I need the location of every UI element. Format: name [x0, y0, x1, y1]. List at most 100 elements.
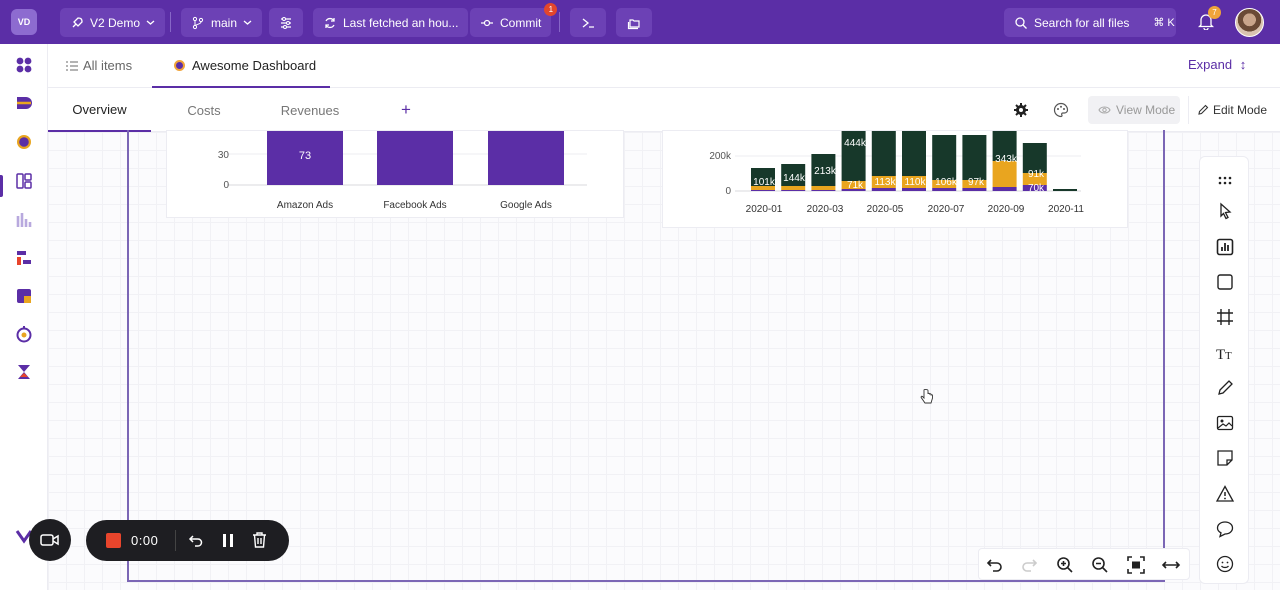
chart-widget-icon[interactable] [1215, 237, 1235, 257]
monthly-chart-card[interactable]: 200k 0 101k 144k 213k 444k 71k 113k 110k… [662, 130, 1128, 228]
chevron-down-icon [243, 20, 252, 25]
project-selector[interactable]: V2 Demo [60, 8, 166, 37]
notification-badge: 7 [1208, 6, 1221, 19]
pointer-icon[interactable] [1215, 201, 1235, 221]
zoom-in-icon[interactable] [1055, 555, 1075, 575]
terminal-button[interactable] [570, 8, 606, 37]
undo-icon[interactable] [187, 532, 204, 549]
bar-chart-icon[interactable] [15, 211, 33, 229]
sliders-icon [281, 16, 291, 29]
refresh-icon [325, 17, 335, 28]
tab-awesome-dashboard[interactable]: Awesome Dashboard [152, 44, 330, 88]
terminal-icon [582, 17, 594, 28]
stacked-bar-segment [871, 188, 896, 191]
bar-data-label: 91k [1028, 169, 1045, 180]
divider [559, 12, 560, 32]
branch-name: main [211, 15, 238, 30]
stacked-bar-segment [871, 131, 896, 176]
rectangle-icon[interactable] [1215, 272, 1235, 292]
redo-icon[interactable] [1020, 555, 1040, 575]
expand-label: Expand [1188, 57, 1233, 72]
y-tick-label: 0 [223, 180, 229, 191]
camera-button[interactable] [29, 519, 71, 561]
commit-label: Commit [500, 15, 542, 30]
stacked-bar-segment [781, 190, 806, 191]
hand-cursor-icon [920, 389, 933, 404]
ads-bar-chart: 30 0 73 Amazon Ads Facebook Ads Google A… [218, 131, 587, 211]
stacked-bar-segment [902, 188, 926, 191]
canvas-controls [978, 548, 1190, 580]
workflow-icon[interactable] [15, 249, 33, 267]
emoji-icon[interactable] [1215, 554, 1235, 574]
apps-icon[interactable] [15, 56, 33, 74]
add-tab-button[interactable]: + [401, 100, 411, 120]
sticky-note-icon[interactable] [1215, 448, 1235, 468]
workspace-logo[interactable]: VD [11, 9, 37, 35]
bar-data-label: 213k [814, 166, 837, 177]
bar-google-ads [488, 131, 564, 185]
tab-revenues[interactable]: Revenues [260, 88, 360, 132]
divider [175, 530, 176, 551]
bar-data-label: 106k [935, 177, 958, 188]
folder-icon [627, 18, 640, 29]
stacked-bar-segment [811, 190, 836, 191]
dashboard-icon[interactable] [15, 133, 33, 151]
video-camera-icon [40, 534, 59, 546]
settings-sliders-button[interactable] [269, 8, 303, 37]
folders-button[interactable] [616, 8, 652, 37]
target-icon[interactable] [15, 325, 33, 343]
pencil-icon [1198, 104, 1209, 115]
image-icon[interactable] [1215, 413, 1235, 433]
view-mode-label: View Mode [1116, 103, 1176, 117]
chevron-down-icon [146, 20, 155, 25]
view-mode-button[interactable]: View Mode [1088, 96, 1180, 124]
fetch-status: Last fetched an hou... [343, 15, 459, 30]
palette-icon[interactable] [1053, 102, 1069, 118]
user-avatar[interactable] [1235, 8, 1264, 37]
text-icon[interactable]: TT [1215, 343, 1235, 363]
fit-screen-icon[interactable] [1126, 555, 1146, 575]
stacked-bar-segment [932, 135, 957, 180]
rocket-icon [72, 16, 83, 27]
all-items-link[interactable]: All items [66, 58, 132, 73]
edit-mode-button[interactable]: Edit Mode [1188, 96, 1267, 124]
database-icon[interactable] [15, 94, 33, 112]
zoom-out-icon[interactable] [1090, 555, 1110, 575]
pause-icon[interactable] [220, 532, 236, 549]
tab-costs[interactable]: Costs [154, 88, 254, 132]
list-icon [66, 60, 78, 71]
x-tick-label: 2020-09 [988, 204, 1025, 215]
tab-overview[interactable]: Overview [48, 88, 151, 132]
commit-icon [481, 19, 493, 26]
report-icon[interactable] [15, 287, 33, 305]
stacked-bar-segment [962, 188, 987, 191]
ads-chart-card[interactable]: 30 0 73 Amazon Ads Facebook Ads Google A… [166, 130, 624, 218]
pencil-icon[interactable] [1215, 378, 1235, 398]
stacked-bar-segment [962, 135, 987, 180]
comment-icon[interactable] [1215, 519, 1235, 539]
branch-selector[interactable]: main [181, 8, 263, 37]
stop-recording-button[interactable] [106, 533, 121, 548]
edit-mode-label: Edit Mode [1213, 103, 1268, 117]
search-button[interactable]: Search for all files ⌘ K [1004, 8, 1176, 37]
fit-width-icon[interactable] [1161, 555, 1181, 575]
dashboard-tab-label: Awesome Dashboard [192, 57, 317, 73]
stacked-bar-segment [902, 131, 926, 176]
undo-icon[interactable] [984, 555, 1004, 575]
y-tick-label: 30 [218, 150, 230, 161]
commit-button[interactable]: Commit 1 [470, 3, 558, 37]
y-tick-label: 200k [709, 151, 732, 162]
layout-icon[interactable] [15, 172, 33, 190]
frame-icon[interactable] [1215, 307, 1235, 327]
expand-button[interactable]: Expand ↕ [1188, 57, 1246, 72]
trash-icon[interactable] [251, 531, 268, 549]
warning-icon[interactable] [1215, 484, 1235, 504]
widget-toolbar: TT [1199, 156, 1249, 584]
stacked-bar-segment [1053, 189, 1077, 191]
grid-dots-icon[interactable] [1215, 171, 1235, 191]
hourglass-icon[interactable] [15, 363, 33, 381]
gear-icon[interactable] [1013, 102, 1029, 118]
fetch-button[interactable]: Last fetched an hou... [313, 8, 469, 37]
stacked-bar-segment [811, 186, 836, 190]
item-tabs-bar: All items Awesome Dashboard Expand ↕ [48, 44, 1280, 88]
